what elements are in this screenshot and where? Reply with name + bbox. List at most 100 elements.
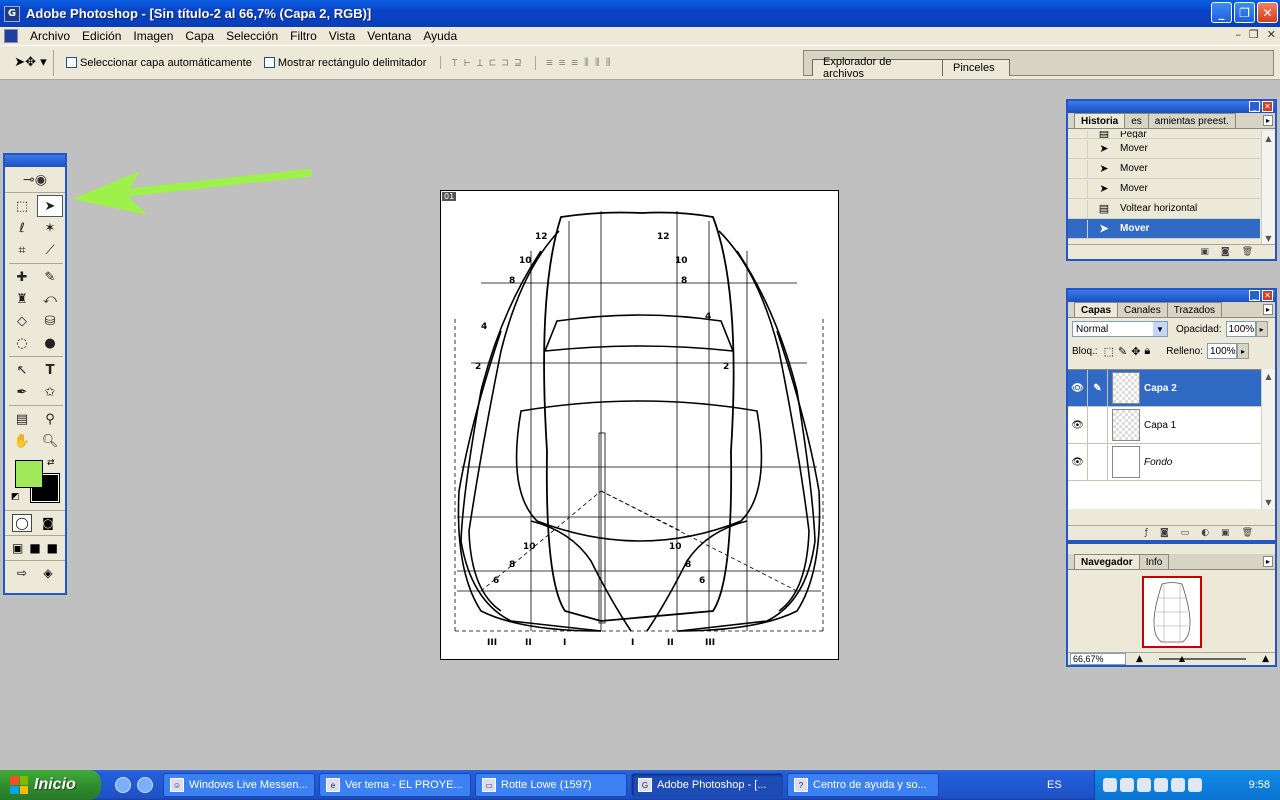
palette-menu-icon[interactable]: ▸ <box>1263 556 1273 567</box>
lock-all-icon[interactable]: 🔒︎ <box>1144 345 1150 358</box>
menu-edicion[interactable]: Edición <box>76 29 127 43</box>
lasso-tool-icon[interactable]: ℓ <box>9 217 35 239</box>
layer-row-capa-1[interactable]: 👁︎ Capa 1 <box>1068 407 1274 444</box>
layer-row-capa-2[interactable]: 👁︎ ✎ Capa 2 <box>1068 370 1274 407</box>
tab-info[interactable]: Info <box>1138 554 1170 569</box>
distribute-top-icon[interactable]: ≡ <box>546 56 553 70</box>
layers-scrollbar[interactable]: ▲ ▼ <box>1261 369 1275 509</box>
tray-messenger-icon[interactable] <box>1154 778 1168 792</box>
zoom-level-input[interactable]: 66,67% <box>1070 653 1126 665</box>
palette-close-button[interactable]: ✕ <box>1262 101 1273 112</box>
lock-pixels-icon[interactable]: ✎ <box>1118 345 1127 358</box>
taskbar-item-messenger[interactable]: ☺ Windows Live Messen... <box>163 773 315 797</box>
dodge-tool-icon[interactable]: ● <box>37 332 63 354</box>
zoom-out-icon[interactable]: ▲ <box>1136 654 1143 664</box>
layer-row-fondo[interactable]: 👁︎ Fondo 🔒︎ <box>1068 444 1274 481</box>
visibility-eye-icon[interactable]: 👁︎ <box>1068 444 1088 480</box>
tab-herramientas[interactable]: amientas preest. <box>1147 113 1236 128</box>
distribute-hcenter-icon[interactable]: ⦀ <box>595 56 600 70</box>
tab-historia[interactable]: Historia <box>1074 113 1126 128</box>
swap-colors-icon[interactable]: ⇄ <box>47 458 55 468</box>
visibility-eye-icon[interactable]: 👁︎ <box>1068 407 1088 443</box>
menu-filtro[interactable]: Filtro <box>284 29 323 43</box>
hand-tool-icon[interactable]: ✋ <box>9 430 35 452</box>
menu-archivo[interactable]: Archivo <box>24 29 76 43</box>
new-set-icon[interactable]: ▭ <box>1181 528 1190 538</box>
trash-icon[interactable]: 🗑︎ <box>1242 247 1253 257</box>
visibility-eye-icon[interactable]: 👁︎ <box>1068 370 1088 406</box>
blend-mode-select[interactable]: Normal ▼ <box>1072 321 1168 337</box>
zoom-tool-icon[interactable]: 🔍︎ <box>37 430 63 452</box>
magic-wand-tool-icon[interactable]: ✶ <box>37 217 63 239</box>
distribute-right-icon[interactable]: ⦀ <box>606 56 611 70</box>
menu-ventana[interactable]: Ventana <box>361 29 417 43</box>
zoom-slider[interactable]: ▲ <box>1158 654 1247 663</box>
history-item[interactable]: ➤ Mover <box>1068 159 1260 179</box>
lock-position-icon[interactable]: ✥ <box>1131 345 1140 358</box>
history-item[interactable]: ▤ Pegar <box>1068 131 1260 139</box>
adobe-online-icon[interactable]: ⊸◉ <box>5 167 65 193</box>
new-document-icon[interactable]: ▣ <box>1200 247 1209 257</box>
minimize-button[interactable]: _ <box>1211 2 1232 23</box>
distribute-bottom-icon[interactable]: ≡ <box>571 56 578 70</box>
blur-tool-icon[interactable]: ◌ <box>9 332 35 354</box>
screen-mode-full-icon[interactable]: ■ <box>44 539 61 557</box>
zoom-in-icon[interactable]: ▲ <box>1262 654 1269 664</box>
clone-stamp-tool-icon[interactable]: ♜ <box>9 288 35 310</box>
link-slot[interactable] <box>1088 407 1108 443</box>
history-brush-tool-icon[interactable]: ⤺ <box>37 288 63 310</box>
palette-minimize-button[interactable]: _ <box>1249 290 1260 301</box>
paint-bucket-tool-icon[interactable]: ⛁ <box>37 310 63 332</box>
document-tab[interactable]: 01 <box>442 192 457 201</box>
taskbar-item-photoshop[interactable]: G Adobe Photoshop - [... <box>631 773 783 797</box>
new-layer-icon[interactable]: ▣ <box>1221 528 1230 538</box>
fill-input[interactable]: 100% <box>1206 343 1237 359</box>
menu-ayuda[interactable]: Ayuda <box>417 29 463 43</box>
layer-mask-icon[interactable]: ◙ <box>1160 528 1169 538</box>
align-top-icon[interactable]: ⊤ <box>451 56 458 69</box>
history-scrollbar[interactable]: ▲ ▼ <box>1261 131 1275 245</box>
tray-flag-icon[interactable] <box>1171 778 1185 792</box>
pen-tool-icon[interactable]: ✒ <box>9 381 35 403</box>
align-vcenter-icon[interactable]: ⊢ <box>464 56 471 69</box>
close-button[interactable]: ✕ <box>1257 2 1278 23</box>
menu-capa[interactable]: Capa <box>179 29 220 43</box>
navigator-preview[interactable] <box>1142 576 1202 648</box>
crop-tool-icon[interactable]: ⌗ <box>9 239 35 261</box>
menu-seleccion[interactable]: Selección <box>220 29 284 43</box>
palette-minimize-button[interactable]: _ <box>1249 101 1260 112</box>
internet-explorer-icon[interactable] <box>115 777 131 793</box>
screen-mode-standard-icon[interactable]: ▣ <box>9 539 26 557</box>
doc-close-button[interactable]: ✕ <box>1267 28 1276 41</box>
tab-acciones[interactable]: es <box>1124 113 1149 128</box>
move-tool-icon[interactable]: ➤ <box>37 195 63 217</box>
slider-knob-icon[interactable]: ▲ <box>1179 654 1185 663</box>
palette-close-button[interactable]: ✕ <box>1262 290 1273 301</box>
language-indicator[interactable]: ES <box>1047 779 1062 791</box>
history-item[interactable]: ➤ Mover <box>1068 139 1260 159</box>
show-desktop-icon[interactable] <box>137 777 153 793</box>
notes-tool-icon[interactable]: ▤ <box>9 408 35 430</box>
tray-network-icon[interactable] <box>1137 778 1151 792</box>
start-button[interactable]: Inicio <box>0 770 101 800</box>
opacity-slider-button[interactable]: ▸ <box>1255 321 1268 337</box>
document-icon[interactable] <box>4 29 18 43</box>
restore-button[interactable]: ❐ <box>1234 2 1255 23</box>
trash-icon[interactable]: 🗑︎ <box>1242 528 1253 538</box>
clock[interactable]: 9:58 <box>1249 779 1270 791</box>
well-tab-brushes[interactable]: Pinceles <box>942 59 1010 76</box>
adjustment-layer-icon[interactable]: ◐ <box>1201 528 1209 538</box>
palette-menu-icon[interactable]: ▸ <box>1263 304 1273 315</box>
tab-navegador[interactable]: Navegador <box>1074 554 1140 569</box>
tab-trazados[interactable]: Trazados <box>1166 302 1223 317</box>
distribute-vcenter-icon[interactable]: ≡ <box>559 56 566 70</box>
show-bounding-box-checkbox[interactable]: Mostrar rectángulo delimitador <box>263 57 426 69</box>
foreground-color-swatch[interactable] <box>15 460 43 488</box>
screen-mode-full-menu-icon[interactable]: ■ <box>26 539 43 557</box>
brush-tool-icon[interactable]: ✎ <box>37 266 63 288</box>
brush-link-icon[interactable]: ✎ <box>1088 370 1108 406</box>
taskbar-item-rotte-lowe[interactable]: ▭ Rotte Lowe (1597) <box>475 773 627 797</box>
imageready-icon[interactable]: ◈ <box>38 564 58 582</box>
photoshop-app-icon[interactable]: G <box>4 5 20 22</box>
opacity-input[interactable]: 100% <box>1225 321 1256 337</box>
